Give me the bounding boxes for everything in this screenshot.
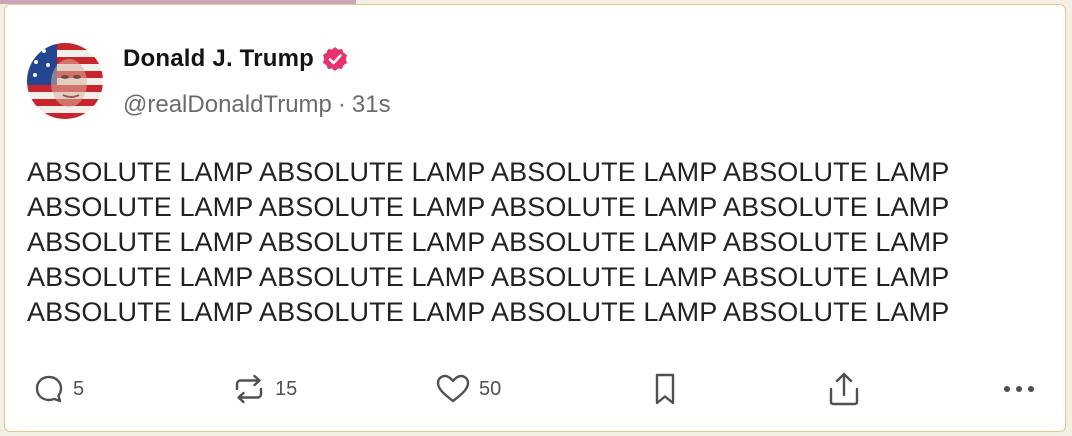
avatar-image [27, 43, 103, 119]
bookmark-button[interactable] [651, 367, 679, 411]
avatar[interactable] [27, 43, 103, 119]
repost-icon [231, 373, 267, 405]
like-count: 50 [479, 377, 502, 400]
like-button[interactable]: 50 [435, 367, 501, 411]
post-body-line: ABSOLUTE LAMP ABSOLUTE LAMP ABSOLUTE LAM… [27, 227, 950, 257]
bookmark-icon [651, 372, 679, 406]
post-card: Donald J. Trump @realDonaldTrump · 31s A… [4, 4, 1066, 432]
repost-count: 15 [275, 377, 298, 400]
reply-icon [33, 373, 65, 405]
meta-separator: · [337, 91, 346, 118]
verified-badge-icon [322, 46, 348, 72]
author-handle[interactable]: @realDonaldTrump [123, 91, 332, 119]
post-body-line: ABSOLUTE LAMP ABSOLUTE LAMP ABSOLUTE LAM… [27, 297, 950, 327]
post-actions-bar: 5 15 50 [5, 367, 1065, 411]
post-body-line: ABSOLUTE LAMP ABSOLUTE LAMP ABSOLUTE LAM… [27, 192, 950, 222]
more-options-button[interactable] [1001, 367, 1037, 411]
author-meta-row: @realDonaldTrump · 31s [123, 91, 391, 119]
reply-count: 5 [73, 377, 85, 400]
reply-button[interactable]: 5 [33, 367, 84, 411]
author-display-name[interactable]: Donald J. Trump [123, 45, 314, 73]
post-timestamp[interactable]: 31s [352, 91, 391, 119]
repost-button[interactable]: 15 [231, 367, 297, 411]
author-name-row: Donald J. Trump [123, 45, 348, 73]
share-icon [827, 371, 861, 407]
more-icon [1001, 383, 1037, 395]
share-button[interactable] [827, 367, 861, 411]
post-body: ABSOLUTE LAMP ABSOLUTE LAMP ABSOLUTE LAM… [27, 155, 1027, 330]
post-body-line: ABSOLUTE LAMP ABSOLUTE LAMP ABSOLUTE LAM… [27, 157, 950, 187]
heart-icon [435, 373, 471, 405]
post-body-line: ABSOLUTE LAMP ABSOLUTE LAMP ABSOLUTE LAM… [27, 262, 950, 292]
